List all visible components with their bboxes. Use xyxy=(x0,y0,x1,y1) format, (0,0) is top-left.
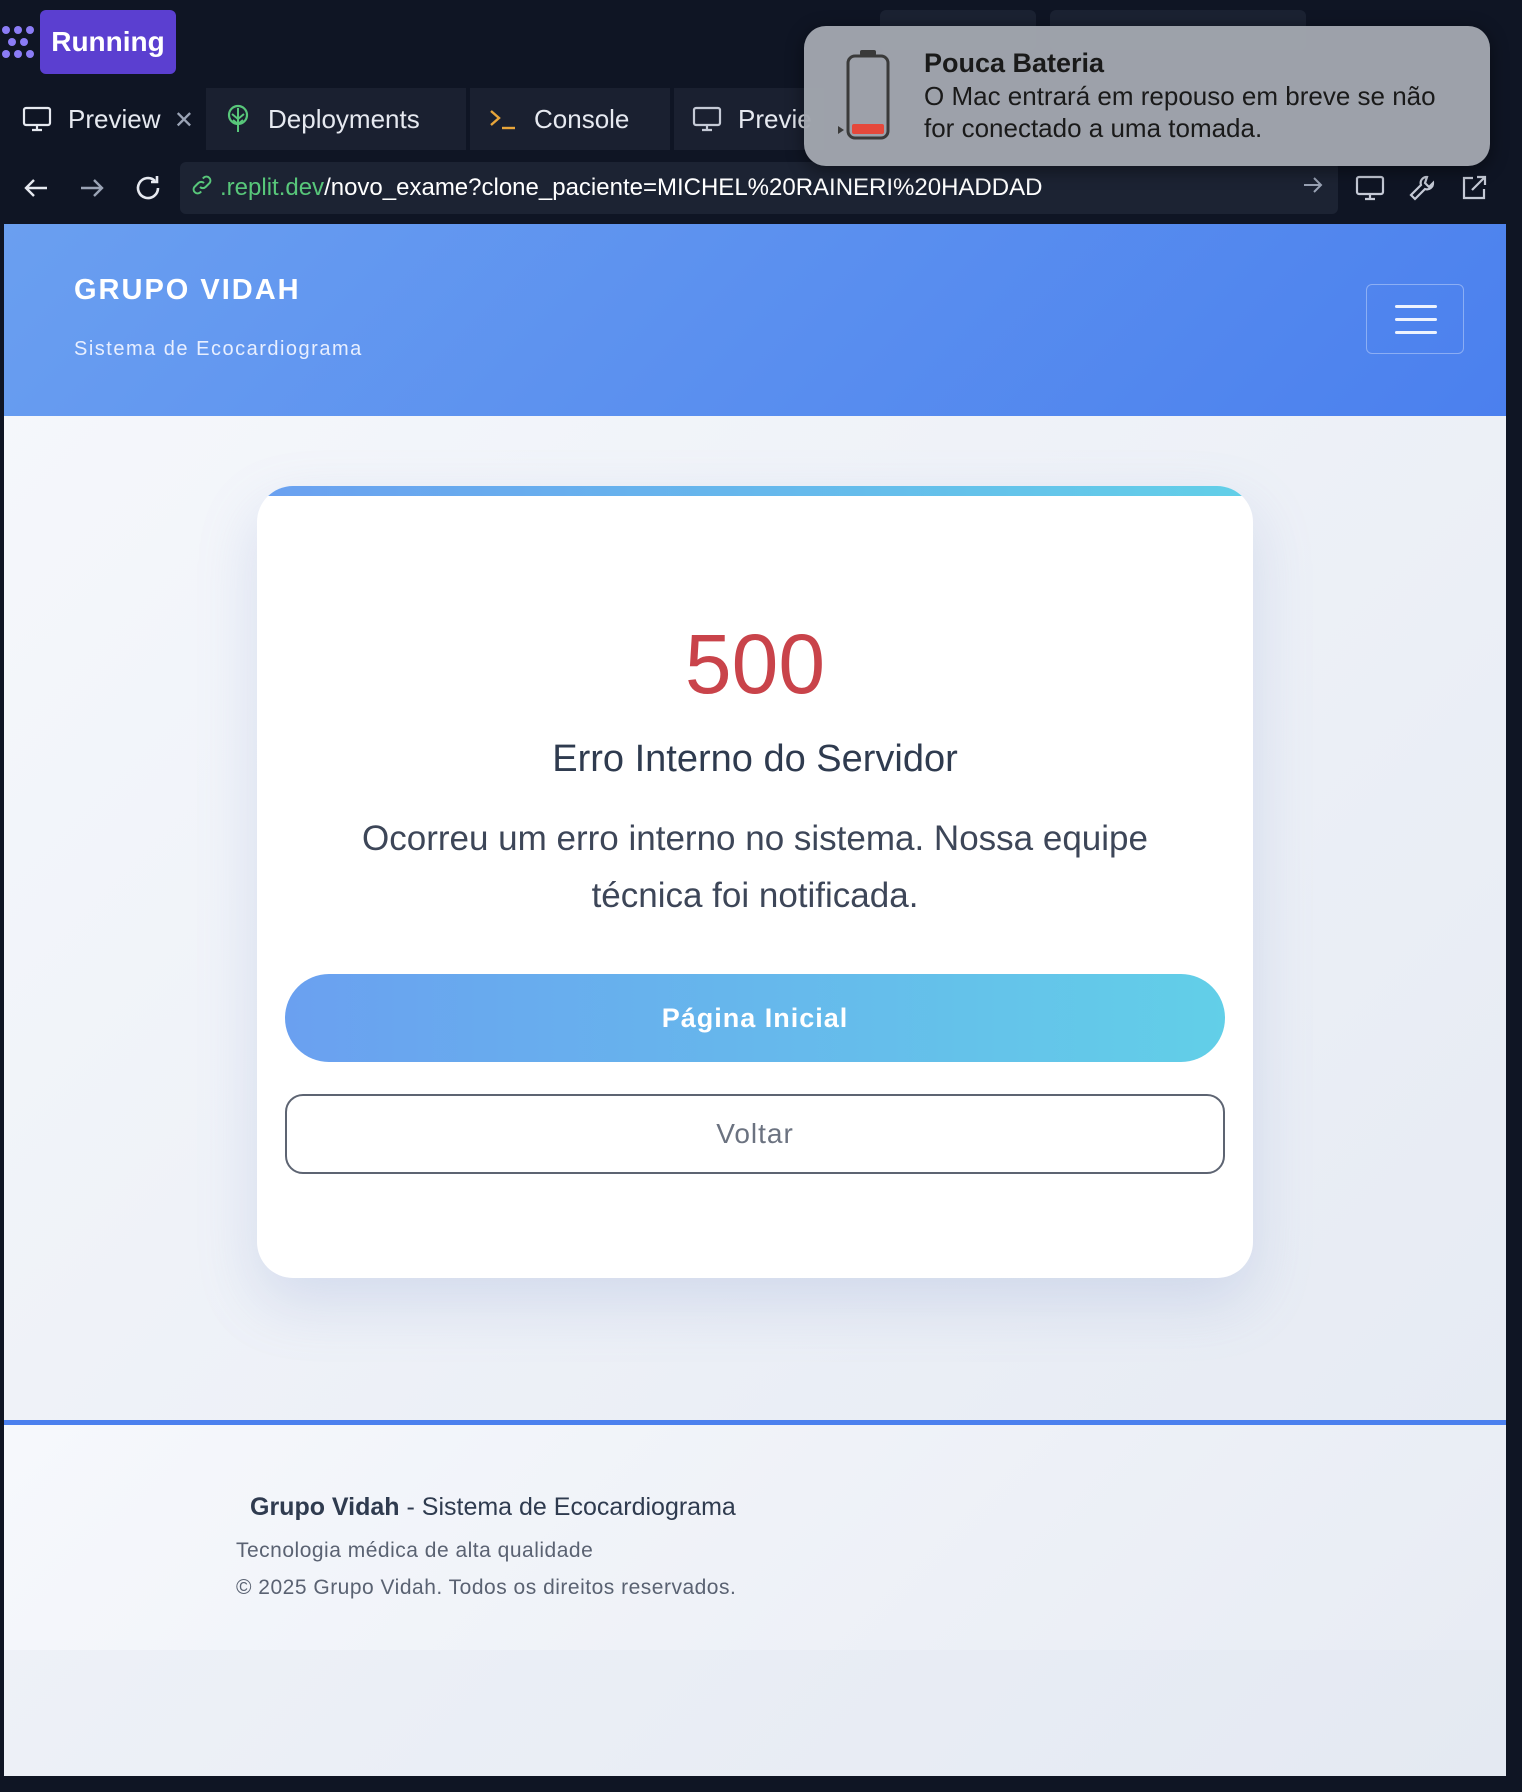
deploy-icon xyxy=(224,104,252,134)
tab-label: Previe xyxy=(738,103,812,134)
hamburger-icon xyxy=(1395,305,1437,308)
monitor-icon xyxy=(22,105,52,133)
window-edge xyxy=(0,1776,1522,1792)
notification-body: O Mac entrará em repouso em breve se não… xyxy=(924,81,1436,143)
footer-copyright: © 2025 Grupo Vidah. Todos os direitos re… xyxy=(236,1576,737,1599)
back-arrow-icon[interactable] xyxy=(16,168,56,208)
home-button[interactable]: Página Inicial xyxy=(285,974,1225,1062)
menu-toggle-button[interactable] xyxy=(1366,284,1464,354)
devices-icon[interactable] xyxy=(1350,168,1390,208)
monitor-icon xyxy=(692,105,722,133)
error-message: Ocorreu um erro interno no sistema. Noss… xyxy=(362,819,1148,915)
tab-preview[interactable]: Preview ✕ xyxy=(4,88,204,150)
error-code: 500 xyxy=(684,617,826,711)
tab-deployments[interactable]: Deployments xyxy=(206,88,466,150)
replit-logo-icon[interactable] xyxy=(0,22,36,62)
tab-preview-2[interactable]: Previe xyxy=(674,88,824,150)
tab-label: Preview xyxy=(68,103,161,134)
url-path: /novo_exame?clone_paciente=MICHEL%20RAIN… xyxy=(324,174,1043,201)
footer-title: Grupo Vidah - Sistema de Ecocardiograma xyxy=(250,1493,736,1522)
card-accent-bar xyxy=(257,486,1253,496)
footer-brand: Grupo Vidah xyxy=(250,1493,400,1521)
notification-title: Pouca Bateria xyxy=(924,48,1105,78)
run-status-button[interactable]: Running xyxy=(40,10,176,74)
go-arrow-icon[interactable] xyxy=(1302,174,1324,203)
window-edge xyxy=(1506,86,1522,1792)
reload-icon[interactable] xyxy=(128,168,168,208)
tab-label: Console xyxy=(534,103,630,134)
tab-console[interactable]: Console xyxy=(470,88,670,150)
tab-label: Deployments xyxy=(268,103,420,134)
error-card: 500 Erro Interno do Servidor Ocorreu um … xyxy=(257,486,1253,1278)
url-host: .replit.dev xyxy=(220,174,325,201)
footer-description: Tecnologia médica de alta qualidade xyxy=(236,1539,594,1562)
web-page: GRUPO VIDAH Sistema de Ecocardiograma 50… xyxy=(4,224,1506,1776)
site-header: GRUPO VIDAH Sistema de Ecocardiograma xyxy=(4,224,1506,416)
error-title: Erro Interno do Servidor xyxy=(552,738,958,780)
link-icon xyxy=(190,173,214,204)
site-brand[interactable]: GRUPO VIDAH xyxy=(74,274,301,307)
wrench-icon[interactable] xyxy=(1402,168,1442,208)
low-battery-notification[interactable]: Pouca Bateria O Mac entrará em repouso e… xyxy=(804,26,1490,166)
back-button[interactable]: Voltar xyxy=(285,1094,1225,1174)
footer-tagline: - Sistema de Ecocardiograma xyxy=(399,1493,736,1521)
open-external-icon[interactable] xyxy=(1454,168,1494,208)
terminal-icon xyxy=(488,106,518,132)
low-battery-icon xyxy=(838,48,898,149)
site-subtitle: Sistema de Ecocardiograma xyxy=(74,338,363,360)
site-footer: Grupo Vidah - Sistema de Ecocardiograma … xyxy=(4,1420,1506,1650)
url-input[interactable]: .replit.dev/novo_exame?clone_paciente=MI… xyxy=(180,162,1338,214)
close-icon[interactable]: ✕ xyxy=(174,106,194,135)
forward-arrow-icon[interactable] xyxy=(72,168,112,208)
